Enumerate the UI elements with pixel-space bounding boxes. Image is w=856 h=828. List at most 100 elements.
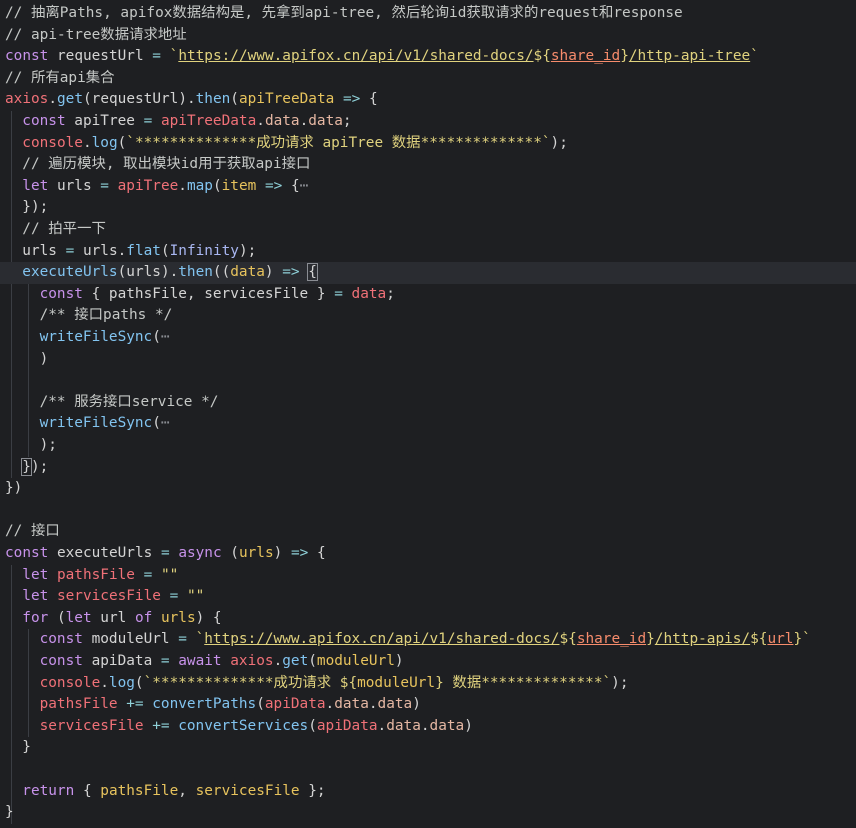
code-line[interactable]: writeFileSync(⋯: [0, 327, 856, 349]
code-function-call: get: [282, 653, 309, 669]
code-keyword: for: [22, 609, 49, 626]
code-line[interactable]: writeFileSync(⋯: [0, 413, 856, 435]
code-editor[interactable]: // 抽离Paths, apifox数据结构是, 先拿到api-tree, 然后…: [0, 0, 856, 828]
code-identifier: urls: [126, 264, 161, 281]
code-operator: =: [143, 113, 153, 129]
code-keyword: const: [22, 113, 66, 129]
code-function-name: executeUrls: [22, 264, 118, 281]
code-punctuation: [152, 567, 161, 583]
code-line[interactable]: // 遍历模块, 取出模块id用于获取api接口: [0, 154, 856, 176]
code-line[interactable]: urls = urls.flat(Infinity);: [0, 241, 856, 263]
code-comment: /** 服务接口service */: [39, 393, 219, 410]
code-line[interactable]: [0, 759, 856, 781]
code-line[interactable]: });: [0, 197, 856, 219]
code-line[interactable]: );: [0, 435, 856, 457]
code-punctuation: [152, 113, 161, 129]
code-comment: // 接口: [5, 523, 60, 540]
code-line[interactable]: // 抽离Paths, apifox数据结构是, 先拿到api-tree, 然后…: [0, 3, 856, 25]
code-line[interactable]: executeUrls(urls).then((data) => {: [0, 262, 856, 284]
code-line[interactable]: console.log(`**************成功请求 apiTree …: [0, 133, 856, 155]
code-line[interactable]: axios.get(requestUrl).then(apiTreeData =…: [0, 89, 856, 111]
code-punctuation: [222, 653, 231, 669]
code-url-link[interactable]: https://www.apifox.cn/api/v1/shared-docs…: [178, 48, 533, 64]
code-function-call: then: [178, 264, 213, 281]
code-parameter: urls: [238, 545, 274, 561]
code-punctuation: [170, 718, 179, 734]
code-object: apiTreeData: [160, 113, 257, 129]
code-function-call: convertServices: [178, 717, 309, 734]
code-line[interactable]: });: [0, 457, 856, 479]
code-punctuation: {: [74, 782, 101, 799]
code-line[interactable]: }): [0, 478, 856, 500]
code-line[interactable]: ): [0, 349, 856, 371]
code-punctuation: .: [273, 653, 283, 669]
code-line[interactable]: /** 服务接口service */: [0, 392, 856, 414]
code-punctuation: );: [238, 242, 257, 259]
code-operator: +=: [143, 717, 170, 734]
code-line[interactable]: let urls = apiTree.map(item => {⋯: [0, 176, 856, 198]
code-punctuation: ;: [386, 285, 395, 302]
code-punctuation: [161, 48, 170, 64]
fold-ellipsis-icon[interactable]: ⋯: [161, 329, 170, 345]
code-punctuation: );: [611, 674, 629, 691]
code-builtin: Infinity: [169, 242, 239, 259]
fold-ellipsis-icon[interactable]: ⋯: [300, 178, 309, 194]
code-url-link[interactable]: /http-apis/: [655, 631, 750, 647]
code-line[interactable]: pathsFile += convertPaths(apiData.data.d…: [0, 694, 856, 716]
code-punctuation: ): [464, 717, 473, 734]
code-line[interactable]: // 接口: [0, 521, 856, 543]
code-property: data: [334, 696, 369, 713]
code-comment: // 遍历模块, 取出模块id用于获取api接口: [22, 156, 311, 173]
code-punctuation: );: [30, 458, 49, 475]
code-punctuation: .: [100, 674, 109, 691]
code-operator: =: [100, 177, 109, 194]
code-line[interactable]: const executeUrls = async (urls) => {: [0, 543, 856, 565]
fold-ellipsis-icon[interactable]: ⋯: [161, 415, 170, 431]
code-keyword: of: [134, 609, 153, 626]
code-parameter: pathsFile: [100, 782, 179, 799]
code-identifier: apiData: [82, 653, 161, 669]
code-line[interactable]: // api-tree数据请求地址: [0, 25, 856, 47]
code-parameter: moduleUrl: [357, 674, 436, 691]
code-punctuation: }: [308, 285, 335, 302]
code-punctuation: }: [22, 739, 31, 756]
code-line[interactable]: }: [0, 802, 856, 824]
code-comment: // 所有api集合: [5, 69, 115, 86]
code-interpolation: share_id: [550, 48, 621, 65]
code-object: apiData: [316, 717, 378, 734]
code-line[interactable]: servicesFile += convertServices(apiData.…: [0, 716, 856, 738]
code-parameter: moduleUrl: [316, 653, 395, 669]
code-url-link[interactable]: https://www.apifox.cn/api/v1/shared-docs…: [204, 631, 559, 647]
code-interpolation: url: [767, 631, 794, 648]
code-string: `: [195, 631, 205, 648]
code-line[interactable]: const moduleUrl = `https://www.apifox.cn…: [0, 629, 856, 651]
code-line[interactable]: const { pathsFile, servicesFile } = data…: [0, 284, 856, 306]
code-object: apiData: [264, 696, 326, 713]
code-line[interactable]: [0, 500, 856, 522]
code-line[interactable]: [0, 370, 856, 392]
code-punctuation: .: [299, 113, 309, 129]
code-punctuation: .: [117, 242, 127, 259]
code-punctuation: (: [48, 609, 66, 626]
code-line[interactable]: const requestUrl = `https://www.apifox.c…: [0, 46, 856, 68]
code-line[interactable]: let servicesFile = "": [0, 586, 856, 608]
code-line[interactable]: const apiTree = apiTreeData.data.data;: [0, 111, 856, 133]
code-line[interactable]: /** 接口paths */: [0, 305, 856, 327]
code-url-link[interactable]: /http-api-tree: [629, 48, 750, 64]
code-line[interactable]: let pathsFile = "": [0, 565, 856, 587]
code-line[interactable]: for (let url of urls) {: [0, 608, 856, 630]
code-operator: =: [178, 631, 187, 648]
code-object: console: [39, 674, 101, 691]
code-identifier: servicesFile: [204, 285, 309, 302]
code-line[interactable]: // 拍平一下: [0, 219, 856, 241]
code-line[interactable]: const apiData = await axios.get(moduleUr…: [0, 651, 856, 673]
code-operator: +=: [117, 696, 144, 713]
code-line[interactable]: return { pathsFile, servicesFile };: [0, 781, 856, 803]
code-punctuation: (: [134, 674, 144, 691]
code-punctuation: (: [221, 545, 239, 561]
code-line[interactable]: }: [0, 737, 856, 759]
code-punctuation: );: [550, 134, 568, 151]
code-keyword: async: [178, 545, 222, 561]
code-line[interactable]: // 所有api集合: [0, 68, 856, 90]
code-line[interactable]: console.log(`**************成功请求 ${module…: [0, 673, 856, 695]
